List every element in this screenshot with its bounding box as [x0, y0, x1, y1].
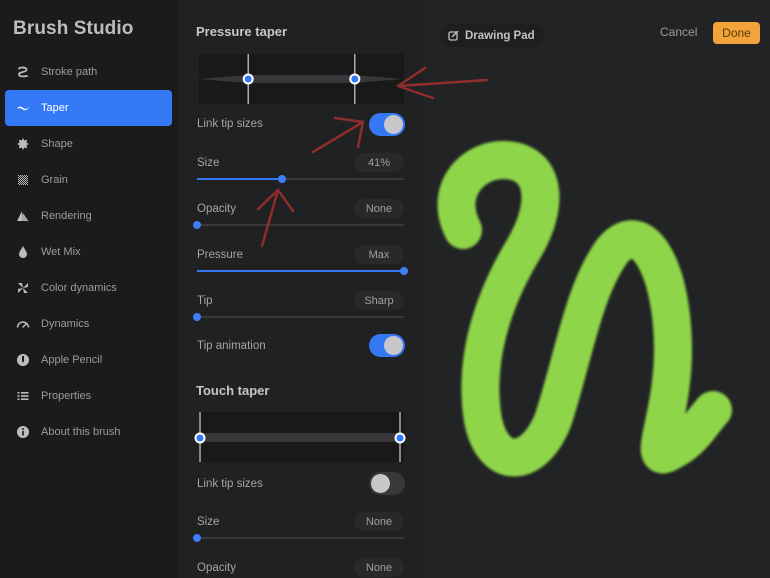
touch-size-label: Size — [197, 516, 220, 528]
drawing-pad-button[interactable]: Drawing Pad — [440, 24, 545, 47]
sidebar-item-dynamics[interactable]: Dynamics — [5, 306, 172, 342]
slider-track — [197, 316, 404, 318]
sidebar-item-wet-mix[interactable]: Wet Mix — [5, 234, 172, 270]
touch-taper-start-handle[interactable] — [194, 432, 206, 444]
pressure-link-tip-sizes-toggle[interactable] — [369, 113, 405, 136]
pressure-taper-title: Pressure taper — [196, 24, 288, 39]
tip-animation-label: Tip animation — [197, 340, 266, 352]
green-stroke — [437, 141, 732, 477]
stroke-path-icon — [5, 65, 41, 79]
pressure-opacity-slider[interactable] — [193, 220, 404, 230]
sidebar-item-label: Rendering — [41, 210, 92, 222]
slider-fill — [197, 270, 404, 272]
shape-icon — [5, 137, 41, 151]
touch-link-tip-sizes-toggle[interactable] — [369, 472, 405, 495]
touch-taper-graph[interactable] — [194, 412, 406, 462]
pressure-value[interactable]: Max — [354, 245, 404, 264]
sidebar-item-label: Color dynamics — [41, 282, 117, 294]
sidebar-item-color-dynamics[interactable]: Color dynamics — [5, 270, 172, 306]
slider-fill — [197, 178, 282, 180]
dynamics-icon — [5, 317, 41, 331]
apple-pencil-icon — [5, 353, 41, 367]
sidebar-item-label: About this brush — [41, 426, 121, 438]
pressure-pressure-slider[interactable] — [197, 266, 408, 276]
color-dynamics-icon — [5, 281, 41, 295]
cancel-button[interactable]: Cancel — [660, 25, 697, 39]
sidebar-item-label: Apple Pencil — [41, 354, 103, 366]
slider-knob[interactable] — [193, 313, 201, 321]
drawing-pad-label: Drawing Pad — [465, 29, 535, 42]
sidebar-item-properties[interactable]: Properties — [5, 378, 172, 414]
sidebar: Brush Studio Stroke path Taper Shape Gra… — [0, 0, 178, 578]
touch-taper-title: Touch taper — [196, 383, 270, 398]
touch-taper-end-handle[interactable] — [394, 432, 406, 444]
sidebar-item-grain[interactable]: Grain — [5, 162, 172, 198]
pressure-taper-shape — [199, 75, 404, 83]
opacity-value[interactable]: None — [354, 199, 404, 218]
taper-icon — [5, 101, 41, 115]
pressure-label: Pressure — [197, 249, 244, 261]
toggle-thumb — [384, 336, 403, 355]
tip-label: Tip — [197, 295, 213, 307]
sidebar-item-label: Grain — [41, 174, 68, 186]
toggle-thumb — [384, 115, 403, 134]
touch-taper-shape — [199, 433, 404, 442]
sidebar-item-apple-pencil[interactable]: Apple Pencil — [5, 342, 172, 378]
done-button[interactable]: Done — [713, 22, 760, 44]
grain-icon — [5, 173, 41, 187]
pressure-tip-slider[interactable] — [193, 312, 404, 322]
touch-size-slider[interactable] — [193, 533, 404, 543]
size-label: Size — [197, 157, 220, 169]
sidebar-item-label: Properties — [41, 390, 92, 402]
brush-stroke-preview — [437, 141, 732, 477]
sidebar-item-shape[interactable]: Shape — [5, 126, 172, 162]
sidebar-item-label: Taper — [41, 102, 69, 114]
sidebar-item-stroke-path[interactable]: Stroke path — [5, 54, 172, 90]
slider-knob[interactable] — [193, 534, 201, 542]
slider-knob[interactable] — [400, 267, 408, 275]
tip-value[interactable]: Sharp — [354, 291, 404, 310]
wet-mix-icon — [5, 245, 41, 259]
taper-settings-panel: Pressure taper Link tip sizes Size 41% O… — [178, 0, 423, 578]
edit-icon — [448, 30, 459, 41]
sidebar-nav: Stroke path Taper Shape Grain Rendering … — [5, 54, 172, 450]
touch-link-tip-sizes-label: Link tip sizes — [197, 478, 263, 490]
properties-icon — [5, 389, 41, 403]
opacity-label: Opacity — [197, 203, 236, 215]
pressure-taper-start-handle[interactable] — [242, 73, 254, 85]
pressure-size-slider[interactable] — [197, 174, 404, 184]
sidebar-item-label: Wet Mix — [41, 246, 81, 258]
pressure-taper-end-handle[interactable] — [349, 73, 361, 85]
slider-knob[interactable] — [277, 175, 286, 183]
toggle-thumb — [371, 474, 390, 493]
touch-opacity-value[interactable]: None — [354, 558, 404, 577]
size-value[interactable]: 41% — [354, 153, 404, 172]
rendering-icon — [5, 209, 41, 223]
slider-track — [197, 537, 404, 539]
info-icon — [5, 425, 41, 439]
sidebar-item-label: Stroke path — [41, 66, 98, 78]
app-title: Brush Studio — [13, 18, 134, 39]
sidebar-item-taper[interactable]: Taper — [5, 90, 172, 126]
sidebar-item-label: Shape — [41, 138, 73, 150]
tip-animation-toggle[interactable] — [369, 334, 405, 357]
slider-track — [197, 224, 404, 226]
touch-size-value[interactable]: None — [354, 512, 404, 531]
pressure-taper-graph[interactable] — [199, 54, 404, 104]
sidebar-item-about-this-brush[interactable]: About this brush — [5, 414, 172, 450]
sidebar-item-rendering[interactable]: Rendering — [5, 198, 172, 234]
slider-knob[interactable] — [193, 221, 201, 229]
touch-opacity-label: Opacity — [197, 562, 236, 574]
link-tip-sizes-label: Link tip sizes — [197, 118, 263, 130]
sidebar-item-label: Dynamics — [41, 318, 90, 330]
